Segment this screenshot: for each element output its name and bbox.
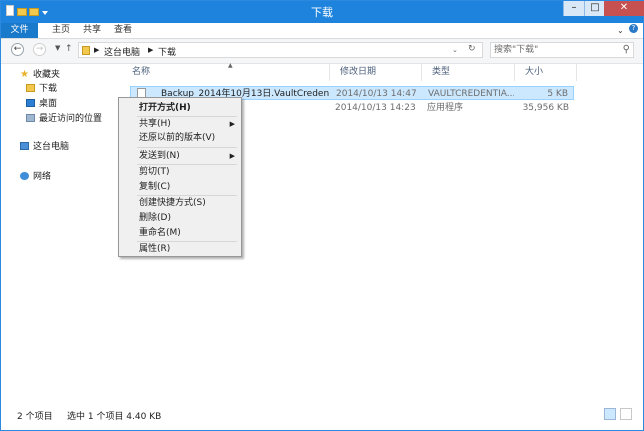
star-icon: ★ bbox=[20, 69, 29, 80]
menu-item-send-to[interactable]: 发送到(N) ▶ bbox=[121, 149, 239, 163]
file-size: 5 KB bbox=[547, 89, 568, 99]
address-row: ← → ▼ ↑ ▶ 这台电脑 ▶ 下载 ⌄ ↻ ⚲ bbox=[1, 39, 643, 64]
breadcrumb-arrow-icon[interactable]: ▶ bbox=[148, 46, 153, 54]
title-bar[interactable]: 下载 – □ ✕ bbox=[1, 1, 644, 23]
explorer-window: 下载 – □ ✕ 文件 主页 共享 查看 ⌄ ? ← → ▼ ↑ ▶ 这台电脑 … bbox=[0, 0, 644, 431]
file-type: 应用程序 bbox=[427, 103, 464, 113]
menu-item-properties[interactable]: 属性(R) bbox=[121, 242, 239, 256]
breadcrumb-downloads[interactable]: 下载 bbox=[158, 45, 176, 58]
menu-item-copy[interactable]: 复制(C) bbox=[121, 180, 239, 194]
search-icon[interactable]: ⚲ bbox=[623, 44, 630, 55]
file-date: 2014/10/13 14:47 bbox=[336, 89, 417, 99]
address-dropdown-icon[interactable]: ⌄ bbox=[452, 46, 458, 54]
ribbon-tabs: 文件 主页 共享 查看 ⌄ ? bbox=[1, 23, 643, 39]
computer-icon bbox=[20, 142, 29, 150]
nav-item-this-pc[interactable]: 这台电脑 bbox=[20, 141, 69, 154]
nav-item-downloads[interactable]: 下载 bbox=[26, 83, 57, 96]
address-bar[interactable]: ▶ 这台电脑 ▶ 下载 ⌄ ↻ bbox=[78, 42, 483, 58]
menu-separator bbox=[137, 147, 237, 148]
expand-ribbon-icon[interactable]: ⌄ bbox=[617, 23, 624, 38]
search-input[interactable] bbox=[494, 44, 614, 56]
tab-view[interactable]: 查看 bbox=[114, 23, 132, 38]
status-bar: 2 个项目 选中 1 个项目 4.40 KB bbox=[1, 403, 643, 427]
column-header-name[interactable]: 名称 bbox=[122, 64, 330, 81]
download-folder-icon bbox=[26, 84, 35, 92]
network-icon bbox=[20, 172, 29, 180]
details-view-button[interactable] bbox=[604, 408, 616, 420]
back-button[interactable]: ← bbox=[11, 43, 24, 56]
column-header-size[interactable]: 大小 bbox=[515, 64, 577, 81]
menu-item-share[interactable]: 共享(H) ▶ bbox=[121, 117, 239, 131]
context-menu: 打开方式(H) 共享(H) ▶ 还原以前的版本(V) 发送到(N) ▶ 剪切(T) … bbox=[118, 97, 242, 257]
menu-item-restore-versions[interactable]: 还原以前的版本(V) bbox=[121, 131, 239, 145]
window-title: 下载 bbox=[311, 6, 333, 19]
item-count: 2 个项目 bbox=[17, 412, 53, 422]
help-icon[interactable]: ? bbox=[629, 24, 638, 33]
nav-item-desktop[interactable]: 桌面 bbox=[26, 98, 57, 111]
tab-file[interactable]: 文件 bbox=[1, 23, 38, 38]
nav-item-favorites[interactable]: ★ 收藏夹 bbox=[20, 68, 60, 81]
menu-item-rename[interactable]: 重命名(M) bbox=[121, 226, 239, 240]
submenu-arrow-icon: ▶ bbox=[229, 120, 235, 128]
submenu-arrow-icon: ▶ bbox=[229, 152, 235, 160]
tab-home[interactable]: 主页 bbox=[52, 23, 70, 38]
tab-share[interactable]: 共享 bbox=[83, 23, 101, 38]
menu-item-delete[interactable]: 删除(D) bbox=[121, 211, 239, 225]
menu-item-open-with[interactable]: 打开方式(H) bbox=[121, 101, 239, 115]
breadcrumb-arrow-icon[interactable]: ▶ bbox=[94, 46, 99, 54]
pc-folder-icon bbox=[82, 46, 90, 55]
up-button[interactable]: ↑ bbox=[65, 44, 73, 54]
nav-item-recent-places[interactable]: 最近访问的位置 bbox=[26, 113, 102, 126]
file-date: 2014/10/13 14:23 bbox=[335, 103, 416, 113]
file-type: VAULTCREDENTIA... bbox=[428, 89, 514, 99]
forward-button[interactable]: → bbox=[33, 43, 46, 56]
file-size: 35,956 KB bbox=[522, 103, 569, 113]
nav-item-network[interactable]: 网络 bbox=[20, 171, 51, 184]
refresh-icon[interactable]: ↻ bbox=[468, 44, 476, 54]
close-button[interactable]: ✕ bbox=[604, 1, 644, 16]
desktop-icon bbox=[26, 99, 35, 107]
column-header-type[interactable]: 类型 bbox=[422, 64, 515, 81]
column-header-date[interactable]: 修改日期 bbox=[330, 64, 422, 81]
navigation-pane: ★ 收藏夹 下载 桌面 最近访问的位置 这台电脑 网络 bbox=[1, 64, 122, 399]
search-box[interactable]: ⚲ bbox=[490, 42, 634, 58]
menu-item-cut[interactable]: 剪切(T) bbox=[121, 165, 239, 179]
menu-item-create-shortcut[interactable]: 创建快捷方式(S) bbox=[121, 196, 239, 210]
breadcrumb-this-pc[interactable]: 这台电脑 bbox=[104, 45, 140, 58]
selection-info: 选中 1 个项目 4.40 KB bbox=[67, 412, 162, 422]
minimize-button[interactable]: – bbox=[563, 1, 584, 16]
maximize-button[interactable]: □ bbox=[584, 1, 605, 16]
recent-locations-icon[interactable]: ▼ bbox=[55, 44, 60, 52]
large-icons-view-button[interactable] bbox=[620, 408, 632, 420]
recent-places-icon bbox=[26, 114, 35, 122]
